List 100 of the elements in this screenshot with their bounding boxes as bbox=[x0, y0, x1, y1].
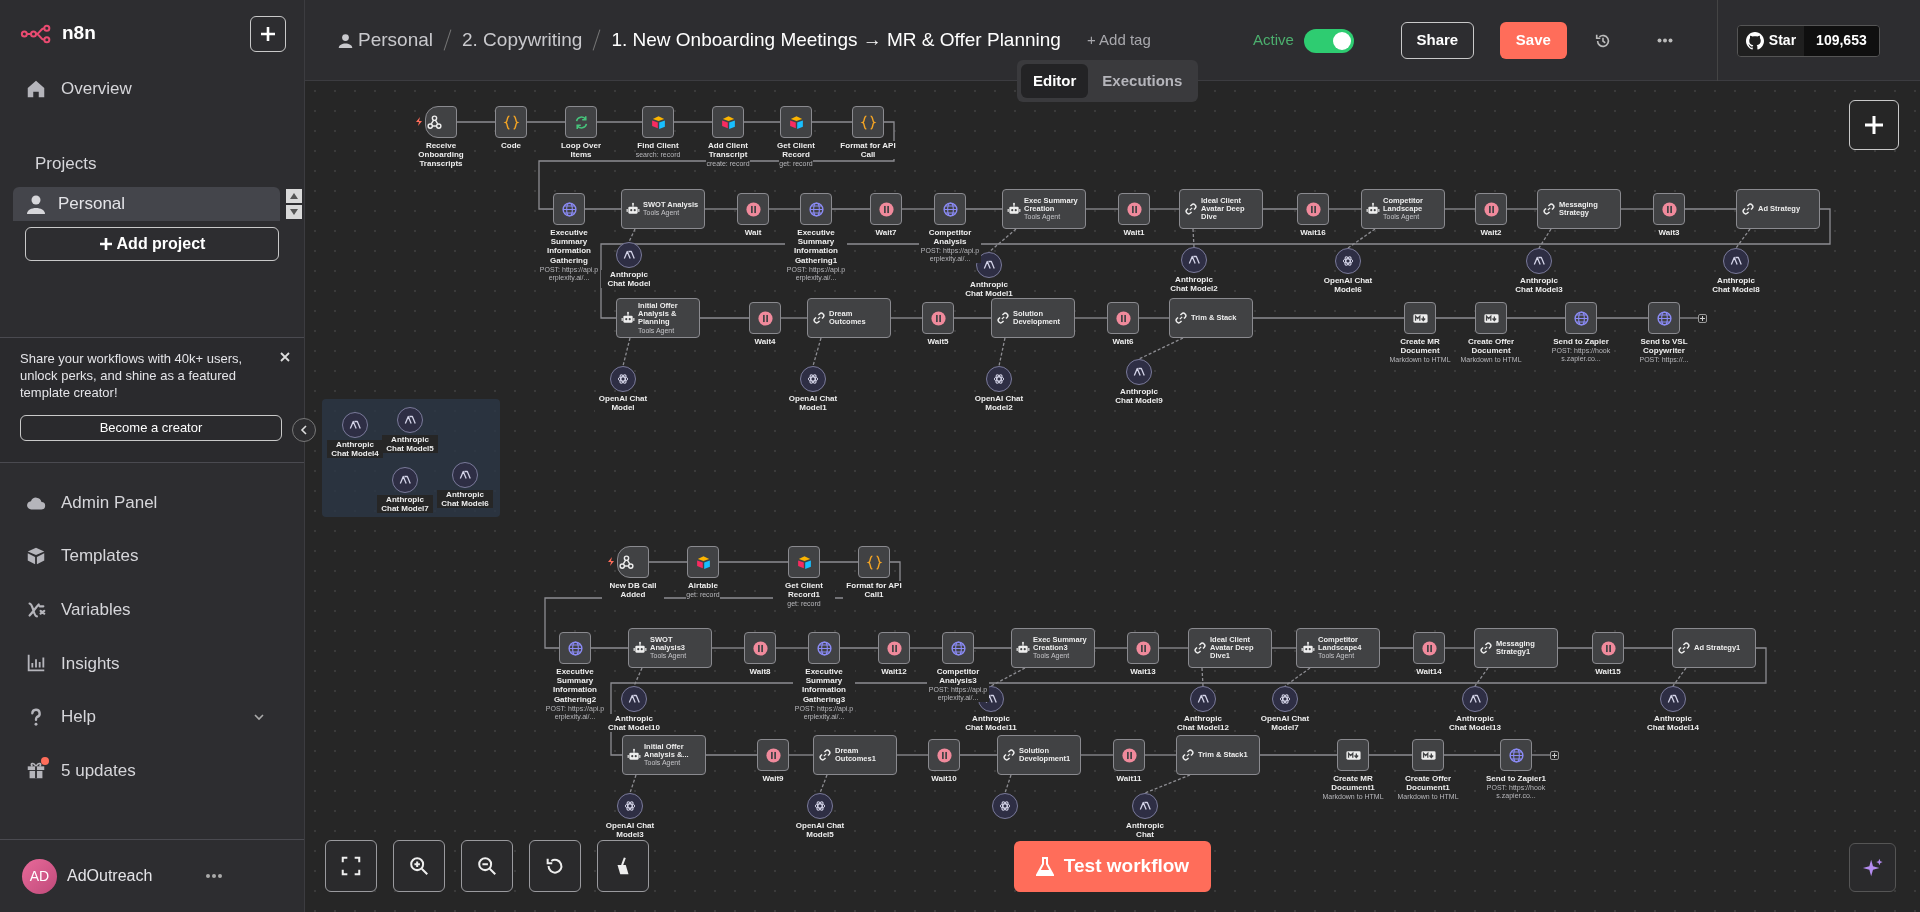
github-star-button[interactable]: Star 109,653 bbox=[1736, 24, 1880, 57]
workflow-node[interactable] bbox=[808, 632, 840, 664]
workflow-node[interactable] bbox=[852, 106, 884, 138]
bolt-icon bbox=[416, 117, 422, 126]
workflow-node[interactable] bbox=[642, 106, 674, 138]
model-label: Anthropic Chat Model11 bbox=[963, 714, 1019, 733]
workflow-node[interactable] bbox=[800, 193, 832, 225]
workflow-node[interactable] bbox=[1648, 302, 1680, 334]
workflow-node[interactable] bbox=[1107, 302, 1139, 334]
add-tag-link[interactable]: + Add tag bbox=[1086, 28, 1151, 52]
model-node[interactable] bbox=[621, 686, 647, 712]
fit-view-button[interactable] bbox=[325, 840, 377, 892]
workflow-node[interactable] bbox=[495, 106, 527, 138]
project-item[interactable]: Personal bbox=[13, 186, 280, 221]
nav-item[interactable]: Insights bbox=[0, 641, 304, 686]
view-tab[interactable]: Editor bbox=[1021, 64, 1089, 98]
nav-item[interactable]: Help bbox=[0, 694, 304, 739]
workflow-node[interactable] bbox=[934, 193, 966, 225]
workflow-node[interactable] bbox=[1297, 193, 1329, 225]
workflow-node[interactable] bbox=[1404, 302, 1436, 334]
view-tab[interactable]: Executions bbox=[1090, 64, 1195, 98]
workflow-node[interactable] bbox=[1113, 739, 1145, 771]
workflow-node[interactable] bbox=[749, 302, 781, 334]
link-icon bbox=[1193, 641, 1207, 655]
workflow-node[interactable] bbox=[942, 632, 974, 664]
model-node[interactable] bbox=[1181, 247, 1207, 273]
model-node[interactable] bbox=[986, 366, 1012, 392]
breadcrumb-item[interactable]: 2. Copywriting bbox=[462, 25, 583, 55]
model-node[interactable] bbox=[807, 793, 833, 819]
double-peak-icon bbox=[403, 413, 417, 427]
add-handle-icon bbox=[1698, 313, 1707, 323]
model-node[interactable] bbox=[1462, 686, 1488, 712]
model-label: Anthropic Chat Model13 bbox=[1447, 714, 1503, 733]
zoom-out-button[interactable] bbox=[461, 840, 513, 892]
workflow-node[interactable] bbox=[1337, 739, 1369, 771]
model-node[interactable] bbox=[616, 242, 642, 268]
nav-item[interactable]: Overview bbox=[0, 67, 304, 111]
add-node-button[interactable] bbox=[1849, 100, 1899, 150]
model-node[interactable] bbox=[800, 366, 826, 392]
ask-ai-button[interactable] bbox=[1849, 843, 1896, 892]
workflow-node[interactable] bbox=[757, 739, 789, 771]
nav-item[interactable]: Admin Panel bbox=[0, 480, 304, 525]
workflow-node[interactable] bbox=[1565, 302, 1597, 334]
workflow-node[interactable] bbox=[1412, 739, 1444, 771]
add-project-button[interactable]: Add project bbox=[25, 226, 279, 261]
workflow-node[interactable] bbox=[928, 739, 960, 771]
node-label: Wait1 bbox=[1123, 228, 1145, 238]
workflow-node[interactable] bbox=[687, 546, 719, 578]
workflow-node[interactable] bbox=[870, 193, 902, 225]
nav-item[interactable]: 5 updates bbox=[0, 748, 304, 793]
model-node[interactable] bbox=[1272, 686, 1298, 712]
reset-zoom-button[interactable] bbox=[529, 840, 581, 892]
workflow-node[interactable] bbox=[565, 106, 597, 138]
knot-icon bbox=[813, 799, 827, 813]
workflow-node[interactable] bbox=[553, 193, 585, 225]
workflow-node[interactable] bbox=[1500, 739, 1532, 771]
workflow-node[interactable] bbox=[1475, 193, 1507, 225]
node-label: Airtable bbox=[688, 581, 718, 591]
workflow-node[interactable] bbox=[1413, 632, 1445, 664]
workflow-node[interactable] bbox=[1653, 193, 1685, 225]
breadcrumb-item[interactable]: Personal bbox=[338, 25, 433, 55]
model-node[interactable] bbox=[1526, 248, 1552, 274]
workflow-node[interactable] bbox=[617, 546, 649, 578]
model-node[interactable] bbox=[1190, 686, 1216, 712]
model-node[interactable] bbox=[1132, 793, 1158, 819]
workflow-node[interactable] bbox=[425, 106, 457, 138]
model-node[interactable] bbox=[617, 793, 643, 819]
model-node[interactable] bbox=[610, 366, 636, 392]
workflow-node[interactable] bbox=[1127, 632, 1159, 664]
workflow-node[interactable] bbox=[858, 546, 890, 578]
share-button[interactable]: Share bbox=[1400, 22, 1474, 59]
node-label: Wait6 bbox=[1112, 337, 1134, 347]
workflow-node[interactable] bbox=[878, 632, 910, 664]
node-label: Get Client Record1 bbox=[773, 581, 835, 600]
new-button[interactable] bbox=[250, 15, 286, 52]
active-toggle[interactable] bbox=[1303, 28, 1354, 53]
model-node[interactable] bbox=[1335, 248, 1361, 274]
tidy-up-button[interactable] bbox=[597, 840, 649, 892]
nav-item[interactable]: Variables bbox=[0, 587, 304, 632]
become-creator-button[interactable]: Become a creator bbox=[20, 414, 282, 441]
workflow-node[interactable] bbox=[744, 632, 776, 664]
workflow-node[interactable] bbox=[1592, 632, 1624, 664]
model-node[interactable] bbox=[1126, 359, 1152, 385]
model-node[interactable] bbox=[1660, 686, 1686, 712]
node-label: Wait7 bbox=[875, 228, 897, 238]
workflow-node[interactable] bbox=[737, 193, 769, 225]
breadcrumb-item[interactable]: 1. New Onboarding Meetings → MR & Offer Planning bbox=[611, 25, 1061, 55]
workflow-node[interactable] bbox=[1118, 193, 1150, 225]
workflow-node[interactable] bbox=[788, 546, 820, 578]
zoom-in-button[interactable] bbox=[393, 840, 445, 892]
workflow-node[interactable] bbox=[1475, 302, 1507, 334]
collapse-button[interactable] bbox=[292, 417, 316, 442]
workflow-node[interactable] bbox=[780, 106, 812, 138]
workflow-node[interactable] bbox=[922, 302, 954, 334]
workflow-node[interactable] bbox=[712, 106, 744, 138]
workflow-node[interactable] bbox=[559, 632, 591, 664]
model-node[interactable] bbox=[992, 793, 1018, 819]
model-node[interactable] bbox=[1723, 248, 1749, 274]
fullscreen-icon bbox=[340, 855, 362, 877]
nav-item[interactable]: Templates bbox=[0, 534, 304, 579]
